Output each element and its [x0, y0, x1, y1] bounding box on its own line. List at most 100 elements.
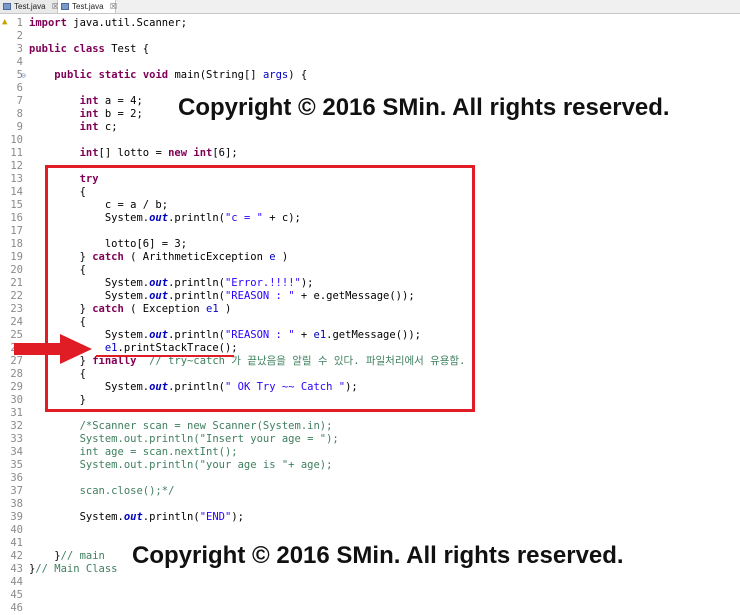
copyright-watermark-bottom: Copyright © 2016 SMin. All rights reserv…	[132, 542, 624, 569]
code-token: class	[73, 43, 105, 55]
line-number: 12	[10, 160, 23, 172]
code-line[interactable]: /*Scanner scan = new Scanner(System.in);	[29, 420, 333, 433]
line-number: 31	[10, 407, 23, 419]
code-token: out	[123, 511, 143, 523]
line-number: 37	[10, 485, 23, 497]
code-token: .println(	[142, 511, 200, 523]
code-line[interactable]: System.out.println("your age is "+ age);	[29, 459, 333, 472]
line-number: 7	[16, 95, 23, 107]
line-number: 5	[16, 69, 23, 81]
code-line[interactable]: int a = 4;	[29, 95, 143, 108]
line-number: 34	[10, 446, 23, 458]
code-token: ) {	[288, 69, 308, 81]
line-number: 39	[10, 511, 23, 523]
line-number: 2	[16, 30, 23, 42]
copyright-watermark-top: Copyright © 2016 SMin. All rights reserv…	[178, 94, 670, 121]
code-token: new	[168, 147, 188, 159]
highlight-box	[45, 165, 475, 412]
line-number: 14	[10, 186, 23, 198]
code-token: c;	[98, 121, 118, 133]
line-number: 21	[10, 277, 23, 289]
code-line[interactable]: scan.close();*/	[29, 485, 175, 498]
line-number: 36	[10, 472, 23, 484]
java-file-icon	[61, 3, 69, 10]
code-token: System.	[29, 511, 124, 523]
line-number: 41	[10, 537, 23, 549]
line-number: 32	[10, 420, 23, 432]
editor-tab-bar: Test.java ☒ Test.java ☒	[0, 0, 740, 14]
code-token: public	[29, 43, 67, 55]
code-token: int	[79, 121, 99, 133]
code-line[interactable]: }// Main Class	[29, 563, 118, 576]
fold-toggle-icon[interactable]: ⊖	[21, 69, 27, 82]
code-line[interactable]: int b = 2;	[29, 108, 143, 121]
code-token: a = 4;	[98, 95, 143, 107]
close-tab-icon[interactable]: ☒	[110, 2, 117, 11]
code-token: args	[262, 69, 289, 81]
code-token: java.util.Scanner;	[66, 17, 188, 29]
line-number: 11	[10, 147, 23, 159]
code-line[interactable]: import java.util.Scanner;	[29, 17, 187, 30]
line-number: 38	[10, 498, 23, 510]
line-number: 8	[16, 108, 23, 120]
code-line[interactable]: public static void main(String[] args) {	[29, 69, 307, 82]
line-number: 45	[10, 589, 23, 601]
code-token: [] lotto =	[98, 147, 169, 159]
line-number: 28	[10, 368, 23, 380]
code-token: main(String[]	[168, 69, 263, 81]
line-number: 17	[10, 225, 23, 237]
code-token: Test {	[104, 43, 150, 55]
line-number: 4	[16, 56, 23, 68]
line-number: 43	[10, 563, 23, 575]
line-number: 9	[16, 121, 23, 133]
code-token: System.out.println("Insert your age = ")…	[29, 433, 339, 445]
code-line[interactable]: int c;	[29, 121, 118, 134]
line-number: 6	[16, 82, 23, 94]
code-token: // main	[60, 550, 105, 562]
code-line[interactable]: }// main	[29, 550, 105, 563]
code-token: }	[29, 550, 61, 562]
line-number: 23	[10, 303, 23, 315]
line-number: 3	[16, 43, 23, 55]
tab-test-java-2[interactable]: Test.java ☒	[58, 0, 117, 13]
code-line[interactable]: System.out.println("END");	[29, 511, 244, 524]
code-token: int	[79, 95, 99, 107]
code-token: // Main Class	[35, 563, 118, 575]
code-token: /*Scanner scan = new Scanner(System.in);	[29, 420, 333, 432]
line-number: 44	[10, 576, 23, 588]
tab-test-java-1[interactable]: Test.java ☒	[0, 0, 59, 13]
code-line[interactable]: int[] lotto = new int[6];	[29, 147, 238, 160]
red-arrow-icon	[14, 334, 92, 364]
code-line[interactable]: public class Test {	[29, 43, 149, 56]
line-number: 22	[10, 290, 23, 302]
code-token: import	[29, 17, 67, 29]
line-number: 16	[10, 212, 23, 224]
code-token: public	[54, 69, 93, 81]
line-number: 15	[10, 199, 23, 211]
code-line[interactable]: System.out.println("Insert your age = ")…	[29, 433, 339, 446]
line-number: 40	[10, 524, 23, 536]
code-token: b = 2;	[98, 108, 143, 120]
code-line[interactable]: int age = scan.nextInt();	[29, 446, 238, 459]
line-number: 42	[10, 550, 23, 562]
line-number: 20	[10, 264, 23, 276]
java-file-icon	[3, 3, 11, 10]
code-token: [6];	[212, 147, 238, 159]
line-number: 30	[10, 394, 23, 406]
line-number: 33	[10, 433, 23, 445]
line-number: 13	[10, 173, 23, 185]
line-number: 10	[10, 134, 23, 146]
code-token: int	[193, 147, 213, 159]
code-token: void	[142, 69, 169, 81]
line-number: 35	[10, 459, 23, 471]
code-token: int age = scan.nextInt();	[29, 446, 238, 458]
code-token: static	[98, 69, 137, 81]
line-number: 1	[16, 17, 23, 29]
line-number: 29	[10, 381, 23, 393]
tab-label: Test.java	[72, 2, 104, 11]
